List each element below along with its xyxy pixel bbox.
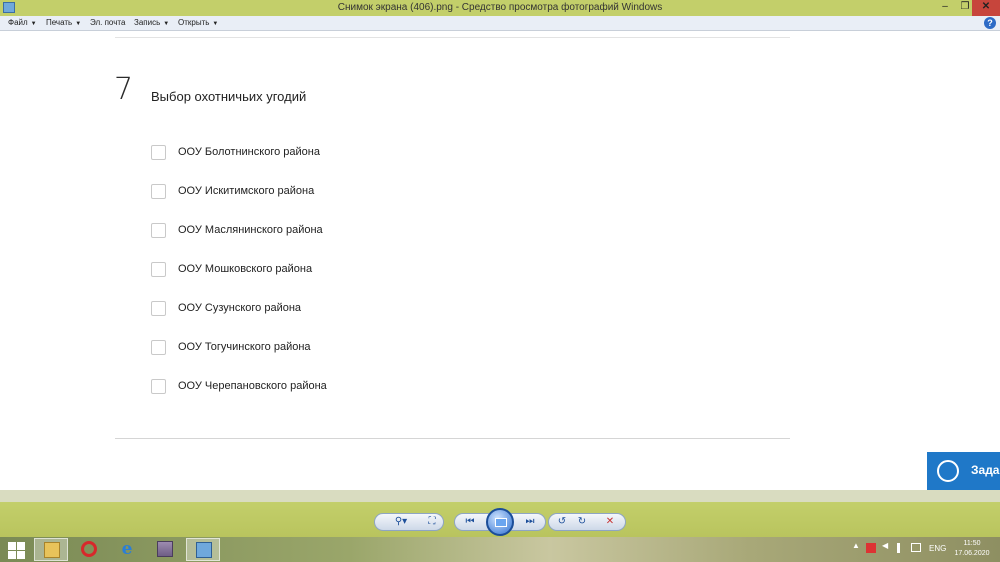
question-title: Выбор охотничьих угодий: [151, 89, 307, 104]
rotate-cw-icon[interactable]: ↻: [575, 516, 589, 528]
help-icon[interactable]: ?: [984, 17, 996, 29]
checkbox[interactable]: [151, 184, 166, 199]
checkbox[interactable]: [151, 262, 166, 277]
option-label: ООУ Тогучинского района: [178, 341, 311, 353]
windows-taskbar: e ▲ ◀ ENG 11:50 17.06.2020: [0, 537, 1000, 562]
option-label: ООУ Искитимского района: [178, 185, 315, 197]
menu-file[interactable]: Файл ▼: [8, 18, 37, 27]
zoom-icon[interactable]: ⚲▾: [389, 516, 413, 528]
tray-expand-icon[interactable]: ▲: [852, 541, 860, 550]
close-button[interactable]: ✕: [972, 0, 1000, 16]
file-explorer-icon: [44, 542, 60, 558]
photo-viewer-icon: [196, 542, 212, 558]
option-maslyaninsky[interactable]: ООУ Маслянинского района: [151, 223, 451, 239]
security-flag-icon[interactable]: [866, 543, 876, 553]
menu-burn[interactable]: Запись ▼: [134, 18, 169, 27]
image-viewport: 7 Выбор охотничьих угодий ООУ Болотнинск…: [0, 32, 1000, 490]
zoom-group: ⚲▾ ⛶: [374, 513, 444, 531]
option-label: ООУ Сузунского района: [178, 302, 302, 314]
minimize-button[interactable]: –: [935, 0, 955, 16]
viewer-toolbar: ⚲▾ ⛶ ⏮ ⏭ ↺ ↻ ✕: [0, 490, 1000, 537]
menu-print[interactable]: Печать ▼: [46, 18, 81, 27]
internet-explorer-icon: e: [121, 539, 133, 559]
taskbar-photo-viewer[interactable]: [186, 538, 220, 561]
option-bolotninsky[interactable]: ООУ Болотнинского района: [151, 145, 451, 161]
option-label: ООУ Мошковского района: [178, 263, 313, 275]
option-moshkovsky[interactable]: ООУ Мошковского района: [151, 262, 451, 278]
menu-burn-label: Запись: [134, 18, 161, 27]
divider: [115, 37, 790, 38]
support-widget-button[interactable]: Зада: [927, 452, 1000, 490]
taskbar-internet-explorer[interactable]: e: [110, 538, 144, 561]
taskbar-clock[interactable]: 11:50 17.06.2020: [948, 539, 996, 559]
menu-open-label: Открыть: [178, 18, 210, 27]
checkbox[interactable]: [151, 145, 166, 160]
action-center-icon[interactable]: [911, 543, 921, 552]
chevron-down-icon: ▼: [30, 21, 37, 27]
edit-group: ↺ ↻ ✕: [548, 513, 626, 531]
checkbox[interactable]: [151, 223, 166, 238]
language-indicator[interactable]: ENG: [929, 544, 946, 553]
opera-icon: [81, 541, 97, 557]
chevron-down-icon: ▼: [163, 21, 170, 27]
actual-size-icon[interactable]: ⛶: [425, 516, 439, 528]
chevron-down-icon: ▼: [75, 21, 82, 27]
previous-icon[interactable]: ⏮: [463, 516, 477, 528]
volume-icon[interactable]: ◀: [882, 541, 888, 550]
option-cherepanovsky[interactable]: ООУ Черепановского района: [151, 379, 451, 395]
menu-email[interactable]: Эл. почта: [90, 18, 125, 27]
option-suzunsky[interactable]: ООУ Сузунского района: [151, 301, 451, 317]
windows-start-button[interactable]: [4, 540, 28, 559]
option-label: ООУ Черепановского района: [178, 380, 327, 392]
option-iskitimsky[interactable]: ООУ Искитимского района: [151, 184, 451, 200]
menu-open[interactable]: Открыть ▼: [178, 18, 218, 27]
rotate-ccw-icon[interactable]: ↺: [555, 516, 569, 528]
delete-icon[interactable]: ✕: [603, 516, 617, 528]
clock-date: 17.06.2020: [954, 550, 990, 557]
taskbar-file-explorer[interactable]: [34, 538, 68, 561]
next-icon[interactable]: ⏭: [523, 516, 537, 528]
support-widget-label: Зада: [971, 463, 1000, 477]
checkbox[interactable]: [151, 301, 166, 316]
option-toguchinsky[interactable]: ООУ Тогучинского района: [151, 340, 451, 356]
window-title-bar: Снимок экрана (406).png - Средство просм…: [0, 0, 1000, 16]
checkbox[interactable]: [151, 340, 166, 355]
archive-icon: [157, 541, 173, 557]
question-number: 7: [114, 72, 134, 107]
option-label: ООУ Болотнинского района: [178, 146, 320, 158]
menu-email-label: Эл. почта: [90, 18, 126, 27]
clock-time: 11:50: [963, 540, 981, 547]
slideshow-icon: [495, 518, 507, 527]
window-title: Снимок экрана (406).png - Средство просм…: [337, 2, 663, 13]
network-icon[interactable]: [897, 543, 900, 553]
checkbox[interactable]: [151, 379, 166, 394]
divider: [115, 438, 790, 439]
menu-print-label: Печать: [46, 18, 73, 27]
menu-file-label: Файл: [8, 18, 28, 27]
menu-bar: Файл ▼ Печать ▼ Эл. почта Запись ▼ Открыть ▼…: [0, 16, 1000, 31]
taskbar-opera[interactable]: [72, 538, 106, 561]
support-agent-icon: [937, 460, 959, 482]
taskbar-archiver[interactable]: [148, 538, 182, 561]
slideshow-button[interactable]: [486, 508, 514, 536]
chevron-down-icon: ▼: [212, 21, 219, 27]
option-label: ООУ Маслянинского района: [178, 224, 323, 236]
